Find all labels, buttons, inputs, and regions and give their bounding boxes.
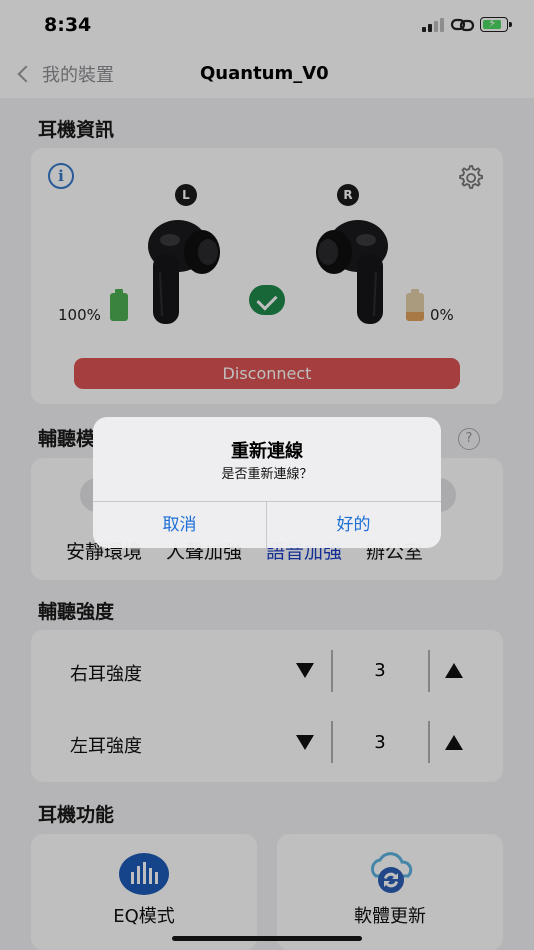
app-screen: 8:34 ⚡ 我的裝置 Quantum_V0 耳機資訊 i L R 100% 0… (0, 0, 534, 950)
alert-message: 是否重新連線？ (221, 467, 313, 482)
reconnect-alert-dialog: 重新連線 是否重新連線？ 取消 好的 (93, 417, 441, 548)
alert-title: 重新連線 (231, 441, 303, 462)
ok-button[interactable]: 好的 (267, 502, 440, 548)
home-indicator[interactable] (172, 936, 362, 941)
cancel-button[interactable]: 取消 (93, 502, 266, 548)
